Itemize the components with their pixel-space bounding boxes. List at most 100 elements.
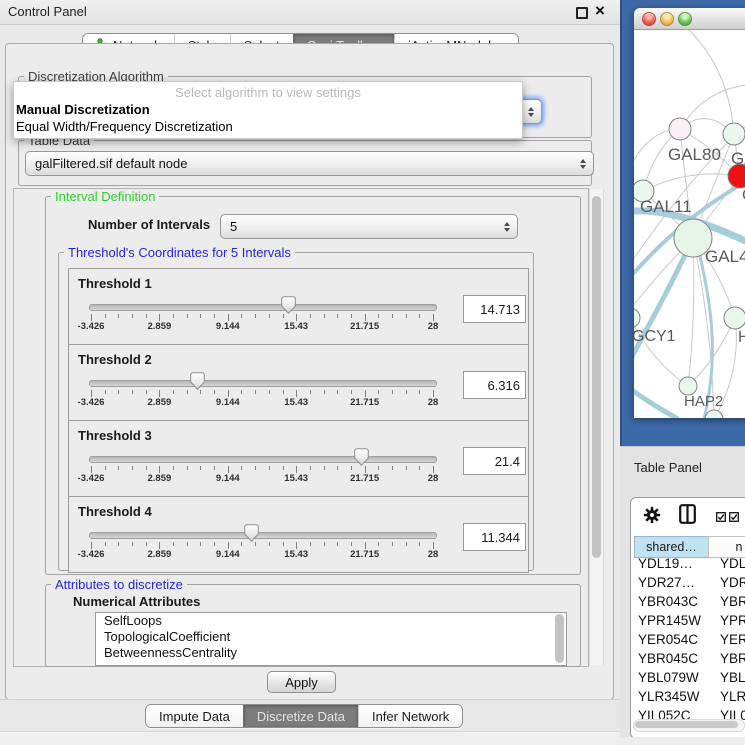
column-header-name[interactable]: n [708,536,745,558]
slider-tick [392,466,393,470]
float-window-icon[interactable] [576,7,588,19]
scrollbar-thumb[interactable] [592,196,601,558]
column-header-shared-name[interactable]: shared… [634,536,709,558]
list-scrollbar-thumb[interactable] [555,614,564,663]
slider-thumb[interactable] [281,296,296,314]
minimize-traffic-light-icon[interactable] [660,12,674,26]
slider-tick [214,390,215,394]
slider-tick [146,314,147,318]
slider-tick [269,542,270,546]
slider-tick [228,314,229,321]
table-hscrollbar[interactable] [633,719,745,732]
zoom-traffic-light-icon[interactable] [678,12,692,26]
slider-tick [173,542,174,546]
tab-impute-data[interactable]: Impute Data [146,705,243,727]
slider-thumb[interactable] [354,448,369,466]
threshold-value-field[interactable]: 14.713 [463,295,526,323]
table-data-combobox[interactable]: galFiltered.sif default node [25,151,594,176]
threshold-row: Threshold 4 11.344 -3.4262.8599.14415.43… [68,496,529,573]
threshold-value-field[interactable]: 6.316 [463,371,526,399]
network-node[interactable] [724,307,745,329]
slider-tick [324,314,325,318]
slider-tick [419,466,420,470]
cell-name: YPR1 [714,613,745,632]
table-panel-titlebar: Table Panel [620,446,745,488]
network-view-window[interactable]: GAL80GACGAL11GAL4GCY1HHAP2 [634,8,745,418]
slider-tick [337,466,338,470]
slider-tick [118,466,119,470]
network-node[interactable] [669,118,691,140]
tab-infer-network[interactable]: Infer Network [358,705,462,727]
table-row[interactable]: YBR045CYBR0 [631,651,745,670]
slider-thumb[interactable] [190,372,205,390]
slider-tick [433,466,434,473]
slider-tick-label: -3.426 [78,321,105,332]
table-row[interactable]: YPR145WYPR1 [631,613,745,632]
control-panel: Control Panel × NetworkStyleSelectCyni T… [0,0,620,745]
gear-icon[interactable] [643,506,661,527]
threshold-value-field[interactable]: 21.4 [463,447,526,475]
attribute-item-betweennesscentrality[interactable]: BetweennessCentrality [96,645,566,661]
numerical-attributes-list[interactable]: SelfLoopsTopologicalCoefficientBetweenne… [95,612,567,666]
network-window-titlebar [634,8,745,30]
checkbox-checked-icon[interactable] [729,510,739,525]
slider-tick [378,390,379,394]
algorithm-option-manual[interactable]: Manual Discretization [16,102,150,117]
slider-tick [241,466,242,470]
cell-shared-name: YLR345W [631,689,714,708]
close-icon[interactable]: × [595,1,605,21]
number-of-intervals-label: Number of Intervals [88,217,210,232]
slider-track[interactable] [89,532,437,539]
slider-tick [255,314,256,318]
table-row[interactable]: YDL19…YDL1 [631,556,745,575]
table-row[interactable]: YLR345WYLR3 [631,689,745,708]
slider-tick [159,390,160,397]
slider-tick [283,542,284,546]
slider-tick [241,542,242,546]
network-node[interactable] [705,410,723,418]
slider-tick [269,390,270,394]
apply-button[interactable]: Apply [267,671,336,693]
slider-tick [433,390,434,397]
number-of-intervals-combobox[interactable]: 5 [220,214,518,239]
slider-tick [255,542,256,546]
slider-tick-label: -3.426 [78,473,105,484]
tab-label: Impute Data [159,709,230,724]
table-row[interactable]: YBR043CYBR0 [631,594,745,613]
attribute-item-topologicalcoefficient[interactable]: TopologicalCoefficient [96,629,566,645]
slider-tick [187,466,188,470]
slider-tick [419,542,420,546]
network-node[interactable] [634,308,640,328]
network-edge-highlighted [634,238,693,368]
slider-track[interactable] [89,304,437,311]
slider-tick [337,390,338,394]
slider-track[interactable] [89,380,437,387]
checkbox-checked-icon[interactable] [716,510,726,525]
threshold-value-field[interactable]: 11.344 [463,523,526,551]
slider-tick [378,542,379,546]
slider-tick-label: 9.144 [216,473,240,484]
table-row[interactable]: YDR27…YDR2 [631,575,745,594]
network-node[interactable] [723,123,745,145]
slider-tick [365,542,366,549]
tab-discretize-data[interactable]: Discretize Data [243,705,358,727]
hscrollbar-thumb[interactable] [635,721,738,728]
slider-tick [269,466,270,470]
slider-tick [310,314,311,318]
attribute-item-selfloops[interactable]: SelfLoops [96,613,566,629]
cell-shared-name: YBL079W [631,670,714,689]
split-columns-icon[interactable] [679,504,696,527]
table-row[interactable]: YBL079WYBL0 [631,670,745,689]
slider-track[interactable] [89,456,437,463]
table-row[interactable]: YER054CYER0 [631,632,745,651]
slider-tick-label: 21.715 [350,321,379,332]
network-canvas[interactable]: GAL80GACGAL11GAL4GCY1HHAP2 [634,30,745,418]
settings-scrollbar[interactable] [589,189,604,665]
slider-tick [406,314,407,318]
algorithm-option-equal-width[interactable]: Equal Width/Frequency Discretization [16,119,233,134]
slider-thumb[interactable] [244,524,259,542]
slider-tick [241,390,242,394]
slider-tick [283,314,284,318]
threshold-row: Threshold 1 14.713 -3.4262.8599.14415.43… [68,268,529,345]
close-traffic-light-icon[interactable] [642,12,656,26]
